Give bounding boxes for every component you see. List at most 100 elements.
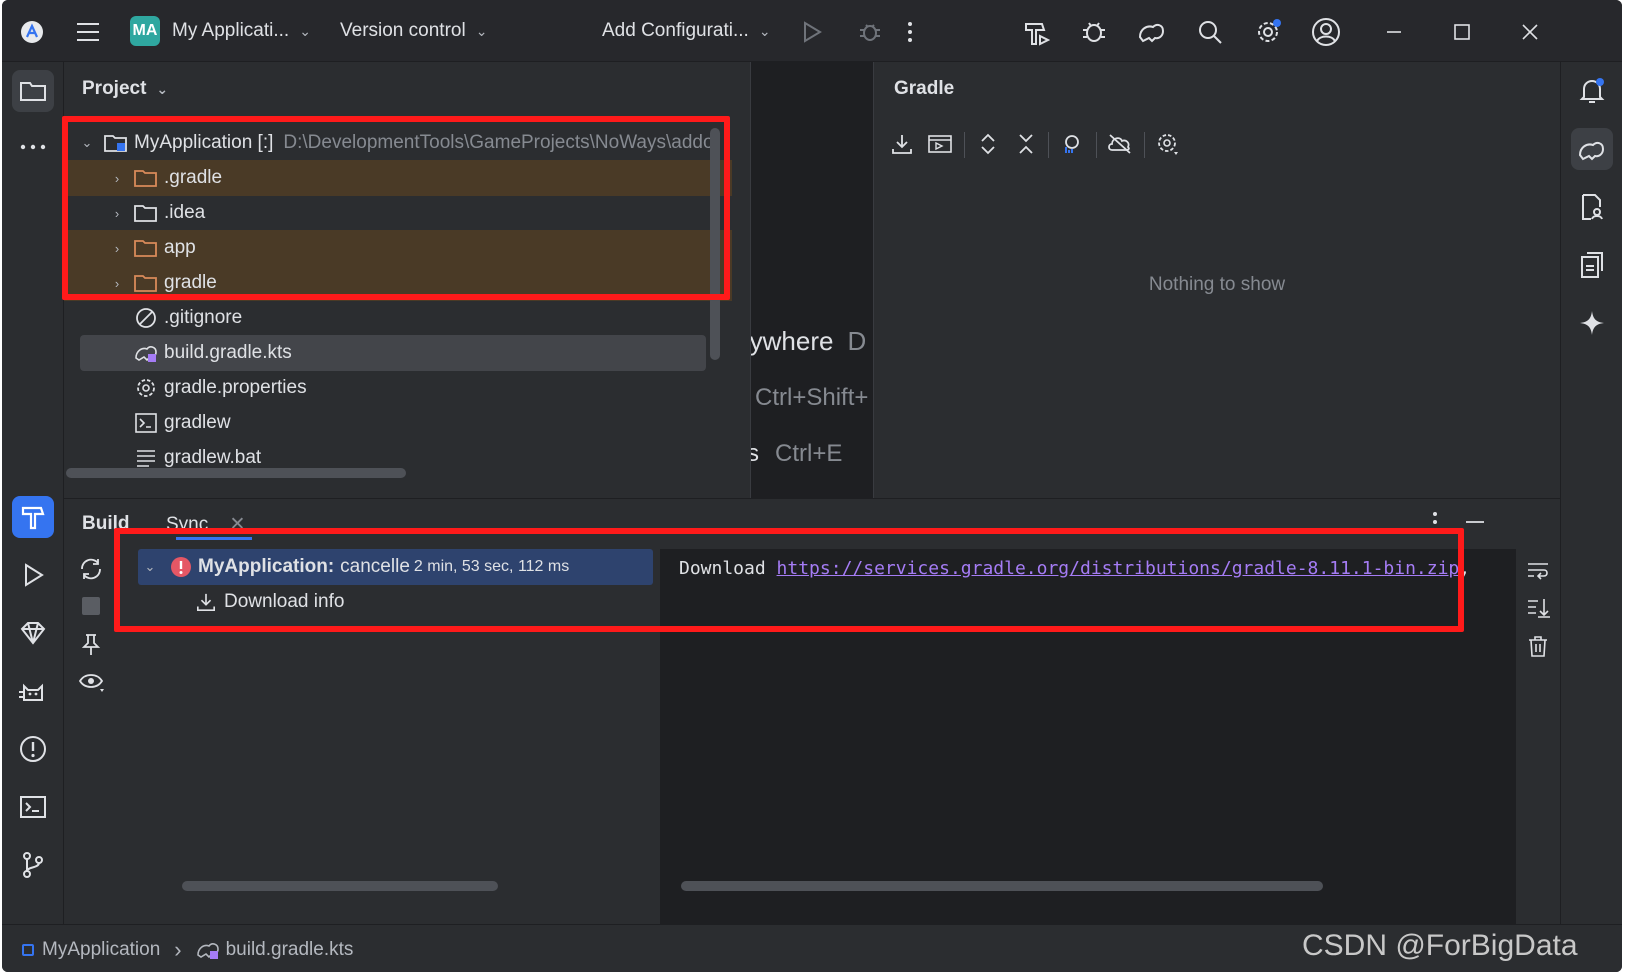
gemini-sparkle-icon[interactable] [1571, 302, 1613, 344]
analyze-dependencies-icon[interactable] [1058, 130, 1086, 158]
gradle-settings-icon[interactable] [1154, 130, 1182, 158]
chevron-right-icon[interactable]: › [108, 206, 126, 221]
maximize-icon[interactable] [1446, 16, 1478, 48]
tree-item-gradle-properties[interactable]: gradle.properties [64, 370, 732, 406]
collapse-all-icon[interactable] [1012, 130, 1040, 158]
version-control-tool-button[interactable] [12, 844, 54, 886]
tree-item-gitignore[interactable]: .gitignore [64, 300, 732, 336]
chevron-right-icon[interactable]: › [108, 241, 126, 256]
hide-panel-icon[interactable] [1464, 511, 1486, 533]
gradle-file-icon [196, 939, 220, 961]
tree-item-gradlew[interactable]: gradlew [64, 405, 732, 441]
gradle-sync-icon[interactable] [1136, 16, 1168, 48]
console-suffix: , [1459, 558, 1471, 579]
root-name: MyApplication [:] [134, 132, 274, 153]
more-tools-icon[interactable] [12, 126, 54, 168]
tab-sync-label: Sync [166, 514, 209, 535]
device-manager-icon[interactable] [1571, 186, 1613, 228]
build-tool-button[interactable] [12, 496, 54, 538]
project-scrollbar-horizontal[interactable] [66, 468, 406, 478]
eye-filter-icon[interactable] [78, 671, 106, 693]
vcs-label: Version control [340, 20, 466, 41]
tree-item-label: .idea [164, 202, 206, 223]
trash-icon[interactable] [1528, 635, 1548, 657]
run-tool-button[interactable] [12, 554, 54, 596]
text-file-icon [134, 447, 158, 469]
pin-icon[interactable] [80, 633, 102, 657]
breadcrumb-file[interactable]: build.gradle.kts [226, 939, 354, 961]
offline-mode-icon[interactable] [1106, 130, 1134, 158]
project-scrollbar-vertical[interactable] [710, 128, 720, 360]
left-tool-strip [2, 62, 64, 924]
breadcrumb-project[interactable]: MyApplication [42, 939, 160, 961]
error-icon [170, 556, 192, 578]
execute-task-icon[interactable] [926, 130, 954, 158]
tree-item-build-gradle-kts[interactable]: build.gradle.kts [80, 335, 706, 371]
terminal-tool-button[interactable] [12, 786, 54, 828]
android-studio-logo-icon[interactable] [16, 16, 48, 48]
stop-icon[interactable] [82, 597, 100, 615]
download-icon [196, 592, 216, 612]
gradle-file-icon [134, 342, 158, 364]
project-tool-button[interactable] [12, 70, 54, 112]
root-path: D:\DevelopmentTools\GameProjects\NoWays\… [283, 132, 714, 153]
build-root-name: MyApplication: [198, 556, 335, 577]
ide-window: MA My Applicati... ⌄ Version control ⌄ A… [2, 0, 1622, 972]
logcat-tool-button[interactable] [12, 670, 54, 712]
run-icon[interactable] [796, 16, 828, 48]
build-tree-download-info[interactable]: Download info [196, 584, 344, 620]
chevron-down-icon[interactable]: ⌄ [78, 135, 96, 151]
main-menu-icon[interactable] [72, 16, 104, 48]
build-tree-root[interactable]: ⌄ MyApplication: cancelle 2 min, 53 sec,… [138, 549, 653, 585]
build-panel: Build Sync ✕ ⌄ MyApplication: cancelle 2… [64, 498, 1560, 925]
minimize-icon[interactable] [1378, 16, 1410, 48]
chevron-right-icon[interactable]: › [108, 171, 126, 186]
tree-item-gradle[interactable]: › gradle [64, 265, 732, 301]
download-sources-icon[interactable] [888, 130, 916, 158]
tree-root-myapplication[interactable]: ⌄ MyApplication [:] D:\DevelopmentTools\… [78, 125, 728, 161]
chevron-down-icon[interactable]: ⌄ [138, 559, 162, 575]
app-quality-tool-button[interactable] [12, 612, 54, 654]
folder-icon [134, 167, 158, 189]
branch-icon [23, 852, 43, 878]
close-icon[interactable] [1514, 16, 1546, 48]
close-tab-icon[interactable]: ✕ [230, 514, 246, 535]
tree-item-idea[interactable]: › .idea [64, 195, 732, 231]
project-switcher[interactable]: MA My Applicati... ⌄ [130, 14, 311, 48]
build-tree-scrollbar[interactable] [182, 881, 498, 891]
debug-attach-icon[interactable] [1078, 16, 1110, 48]
gradle-panel-title: Gradle [894, 78, 955, 99]
expand-all-icon[interactable] [974, 130, 1002, 158]
running-devices-icon[interactable] [1571, 244, 1613, 286]
gradle-tool-button[interactable] [1571, 128, 1613, 170]
soft-wrap-icon[interactable] [1526, 559, 1550, 581]
project-badge: MA [130, 16, 160, 46]
account-icon[interactable] [1310, 16, 1342, 48]
scroll-to-end-icon[interactable] [1526, 597, 1550, 619]
resync-icon[interactable] [78, 557, 104, 581]
tab-build[interactable]: Build [82, 513, 130, 535]
notifications-icon[interactable] [1571, 70, 1613, 112]
options-menu-icon[interactable] [1432, 511, 1438, 533]
console-line: Download https://services.gradle.org/dis… [679, 558, 1470, 579]
version-control-menu[interactable]: Version control ⌄ [340, 14, 487, 48]
run-config-label: Add Configurati... [602, 20, 749, 41]
build-hammer-icon[interactable] [1020, 16, 1052, 48]
problems-tool-button[interactable] [12, 728, 54, 770]
chevron-down-icon: ⌄ [758, 22, 771, 39]
tab-sync[interactable]: Sync ✕ [166, 513, 245, 536]
run-icon [25, 563, 44, 587]
run-configuration-selector[interactable]: Add Configurati... ⌄ [602, 14, 771, 48]
debug-icon[interactable] [854, 16, 886, 48]
project-view-selector[interactable]: Project ⌄ [82, 78, 168, 100]
more-actions-icon[interactable] [894, 16, 926, 48]
settings-gear-icon[interactable] [1252, 16, 1284, 48]
search-icon[interactable] [1194, 16, 1226, 48]
chevron-right-icon[interactable]: › [108, 276, 126, 291]
gradle-download-link[interactable]: https://services.gradle.org/distribution… [777, 558, 1460, 579]
tree-item-label: gradlew [164, 412, 231, 433]
tree-item-app[interactable]: › app [64, 230, 732, 266]
tree-item-dot-gradle[interactable]: › .gradle [64, 160, 732, 196]
console-scrollbar[interactable] [681, 881, 1323, 891]
breadcrumb: MyApplication › build.gradle.kts [22, 937, 353, 963]
